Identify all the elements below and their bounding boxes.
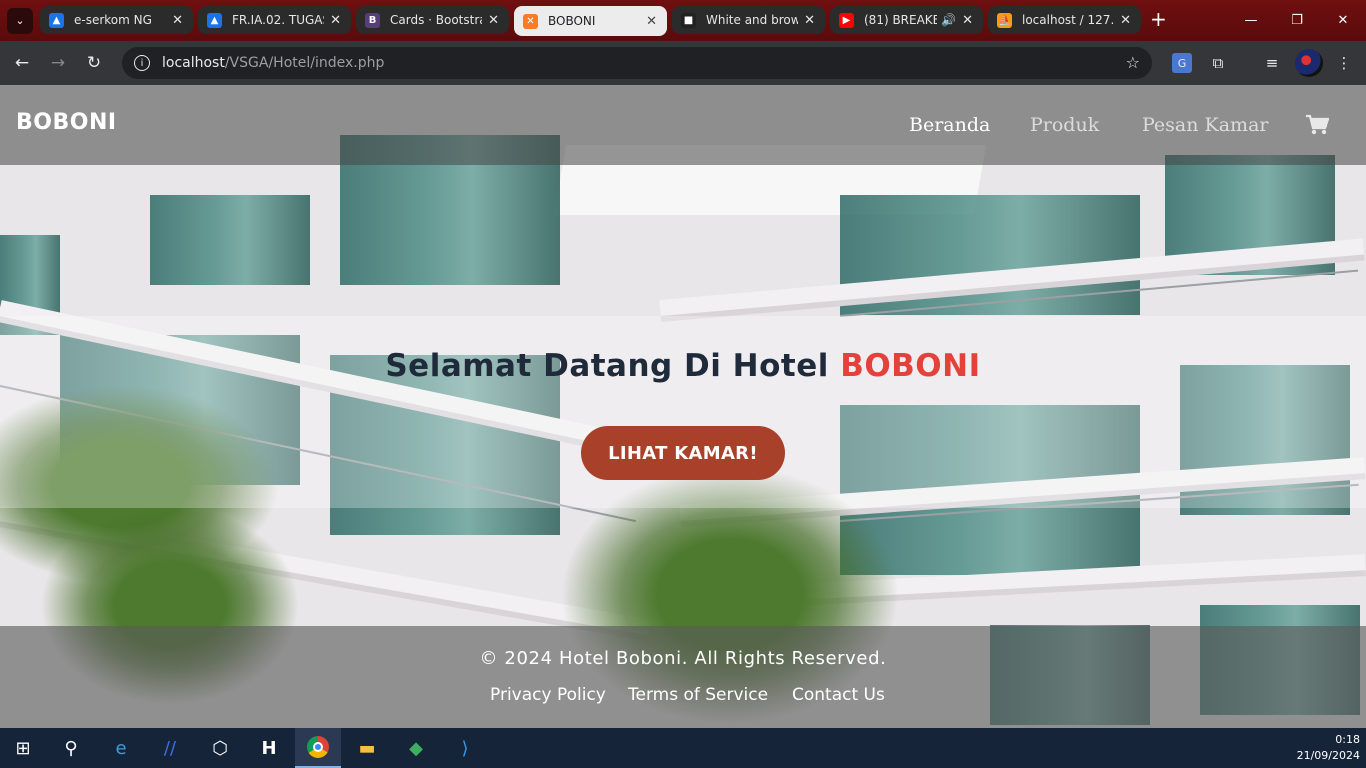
forward-button[interactable]: → — [46, 51, 70, 75]
tab-title: localhost / 127.0 — [1022, 13, 1115, 27]
taskbar-app-vscode[interactable]: ⟩ — [442, 728, 488, 768]
tab-search-button[interactable]: ⌄ — [7, 7, 33, 34]
footer-link-privacy[interactable]: Privacy Policy — [490, 685, 606, 705]
taskbar-app-edge[interactable]: e — [98, 728, 144, 768]
arrow-left-icon: ← — [14, 53, 30, 73]
vscode-icon: ⟩ — [461, 737, 469, 759]
app-slashes-icon: // — [163, 737, 177, 759]
media-control-icon[interactable]: ≡ — [1262, 53, 1282, 73]
new-tab-button[interactable]: + — [1150, 8, 1167, 30]
minimize-icon: — — [1244, 13, 1258, 28]
page-viewport: BOBONI Beranda Produk Pesan Kamar Selama… — [0, 85, 1366, 728]
restore-icon: ❐ — [1291, 13, 1303, 28]
site-footer: © 2024 Hotel Boboni. All Rights Reserved… — [0, 626, 1366, 728]
close-icon[interactable]: ✕ — [804, 13, 815, 28]
browser-tab[interactable]: ▶ (81) BREAKB 🔊 ✕ — [830, 6, 983, 34]
taskbar-app-git[interactable]: ◆ — [393, 728, 439, 768]
windows-taskbar: ⊞ ⚲ e // ⬡ H ▬ ◆ ⟩ 0:18 21/09/2024 — [0, 728, 1366, 768]
reload-icon: ↻ — [86, 53, 102, 73]
close-icon[interactable]: ✕ — [646, 14, 657, 29]
hero-title: Selamat Datang Di Hotel BOBONI — [0, 348, 1366, 384]
taskbar-app-chrome[interactable] — [295, 728, 341, 768]
site-navbar: BOBONI Beranda Produk Pesan Kamar — [0, 85, 1366, 165]
close-icon[interactable]: ✕ — [962, 13, 973, 28]
nav-link-produk[interactable]: Produk — [1030, 114, 1099, 136]
start-button[interactable]: ⊞ — [0, 728, 46, 768]
browser-tab-strip: ⌄ ▲ e-serkom NG ✕ ▲ FR.IA.02. TUGAS ✕ B … — [0, 0, 1366, 41]
chevron-down-icon: ⌄ — [15, 14, 25, 27]
url-host: localhost — [162, 55, 225, 71]
footer-copyright: © 2024 Hotel Boboni. All Rights Reserved… — [479, 648, 887, 669]
taskbar-app-h[interactable]: H — [246, 728, 292, 768]
tab-title: (81) BREAKB — [864, 13, 938, 27]
url-path: /VSGA/Hotel/index.php — [224, 55, 385, 71]
clock-time: 0:18 — [1335, 733, 1360, 746]
speaker-icon[interactable]: 🔊 — [941, 13, 956, 27]
search-button[interactable]: ⚲ — [48, 728, 94, 768]
hero-title-text: Selamat Datang Di Hotel — [385, 348, 841, 384]
xampp-logo-icon: ✕ — [523, 13, 538, 29]
git-icon: ◆ — [409, 737, 423, 759]
minimize-button[interactable]: — — [1228, 0, 1274, 41]
menu-kebab-icon[interactable]: ⋮ — [1334, 53, 1354, 73]
close-icon[interactable]: ✕ — [330, 13, 341, 28]
browser-tab[interactable]: ▲ e-serkom NG ✕ — [40, 6, 193, 34]
triangle-logo-icon: ▲ — [49, 12, 64, 28]
browser-toolbar: ← → ↻ i localhost/VSGA/Hotel/index.php ☆… — [0, 41, 1366, 85]
close-window-button[interactable]: ✕ — [1320, 0, 1366, 41]
taskbar-app-explorer[interactable]: ▬ — [344, 728, 390, 768]
translate-icon[interactable]: G — [1172, 53, 1192, 73]
windows-logo-icon: ⊞ — [15, 737, 31, 759]
shopping-cart-icon[interactable] — [1305, 114, 1330, 136]
arrow-right-icon: → — [50, 53, 66, 73]
footer-link-contact[interactable]: Contact Us — [792, 685, 885, 705]
close-icon[interactable]: ✕ — [1120, 13, 1131, 28]
nav-link-beranda[interactable]: Beranda — [909, 114, 990, 136]
extensions-puzzle-icon[interactable]: ⧉ — [1208, 53, 1228, 73]
tab-title: White and brow — [706, 13, 799, 27]
site-brand-logo[interactable]: BOBONI — [16, 110, 117, 135]
phpmyadmin-icon: ⛵ — [997, 12, 1012, 28]
bootstrap-b-icon: B — [365, 12, 380, 28]
plus-icon: + — [1150, 7, 1167, 31]
tab-title: e-serkom NG — [74, 13, 152, 27]
reload-button[interactable]: ↻ — [82, 51, 106, 75]
system-clock[interactable]: 0:18 21/09/2024 — [1297, 732, 1360, 764]
restore-button[interactable]: ❐ — [1274, 0, 1320, 41]
profile-avatar[interactable] — [1295, 49, 1323, 77]
address-bar[interactable]: i localhost/VSGA/Hotel/index.php ☆ — [122, 47, 1152, 79]
taskbar-app-cube[interactable]: ⬡ — [197, 728, 243, 768]
browser-tab[interactable]: B Cards · Bootstrap ✕ — [356, 6, 509, 34]
cube-icon: ⬡ — [212, 737, 228, 759]
h-logo-icon: H — [261, 737, 277, 759]
bookmark-star-icon[interactable]: ☆ — [1126, 53, 1140, 72]
close-icon[interactable]: ✕ — [172, 13, 183, 28]
footer-link-terms[interactable]: Terms of Service — [628, 685, 768, 705]
browser-tab[interactable]: ⛵ localhost / 127.0 ✕ — [988, 6, 1141, 34]
folder-icon: ▬ — [358, 737, 376, 759]
nav-link-pesan-kamar[interactable]: Pesan Kamar — [1142, 114, 1268, 136]
close-icon: ✕ — [1337, 13, 1349, 28]
url-text: localhost/VSGA/Hotel/index.php — [162, 55, 384, 71]
triangle-logo-icon: ▲ — [207, 12, 222, 28]
youtube-icon: ▶ — [839, 12, 854, 28]
clock-date: 21/09/2024 — [1296, 749, 1360, 762]
search-icon: ⚲ — [64, 737, 78, 759]
info-icon[interactable]: i — [134, 55, 150, 71]
close-icon[interactable]: ✕ — [488, 13, 499, 28]
hero-title-accent: BOBONI — [840, 348, 981, 384]
browser-tab[interactable]: ▲ FR.IA.02. TUGAS ✕ — [198, 6, 351, 34]
internet-explorer-icon: e — [115, 737, 127, 759]
lihat-kamar-button[interactable]: LIHAT KAMAR! — [581, 426, 785, 480]
tab-title: Cards · Bootstrap — [390, 13, 482, 27]
browser-tab-active[interactable]: ✕ BOBONI ✕ — [514, 6, 667, 36]
taskbar-app-slashes[interactable]: // — [147, 728, 193, 768]
tab-title: BOBONI — [548, 14, 596, 28]
chrome-icon — [307, 736, 329, 758]
browser-tab[interactable]: ■ White and brow ✕ — [672, 6, 825, 34]
tab-title: FR.IA.02. TUGAS — [232, 13, 325, 27]
page-icon: ■ — [681, 12, 696, 28]
back-button[interactable]: ← — [10, 51, 34, 75]
